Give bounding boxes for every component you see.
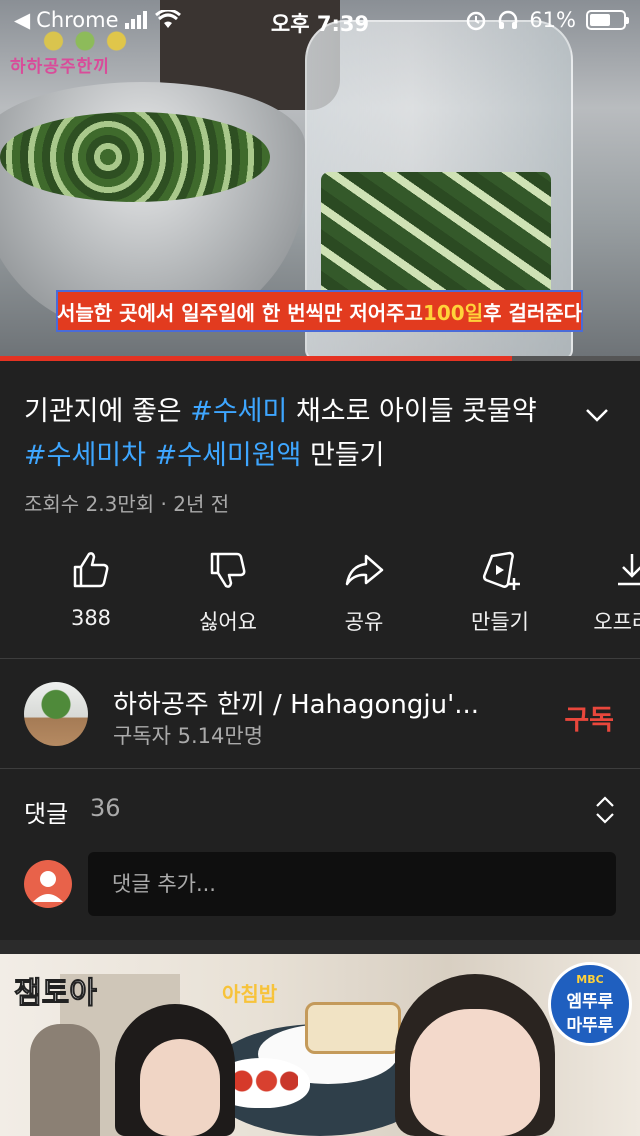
download-button[interactable]: 오프라인: [562, 548, 640, 636]
video-meta: 조회수 2.3만회 · 2년 전: [24, 492, 230, 516]
thumbnail-face: [140, 1039, 220, 1136]
remix-icon: [482, 551, 520, 590]
thumbnail-tomatoes: [228, 1069, 298, 1093]
person-icon: [33, 871, 63, 902]
dislike-button[interactable]: 싫어요: [158, 548, 298, 636]
alarm-icon: [467, 11, 486, 31]
status-bar: ◀ Chrome 오후 7:39 61%: [0, 0, 640, 40]
section-separator: [0, 940, 640, 954]
thumbnail-label: 아침밥: [222, 982, 278, 1006]
chevron-down-icon[interactable]: [582, 400, 612, 430]
video-caption: 서늘한 곳에서 일주일에 한 번씩만 저어주고 100일 후 걸러준다: [56, 290, 583, 332]
hashtag-link[interactable]: #수세미차: [24, 440, 146, 471]
comments-section[interactable]: 댓글 36 댓글 추가...: [0, 770, 640, 940]
comment-input[interactable]: 댓글 추가...: [88, 852, 616, 916]
thumbnail-person: [30, 1024, 100, 1136]
program-logo: MBC 엠뚜루 마뚜루: [548, 962, 632, 1046]
hashtag-link[interactable]: #수세미원액: [155, 440, 302, 471]
hashtag-link[interactable]: #수세미: [190, 396, 287, 427]
user-avatar: [24, 860, 72, 908]
channel-row[interactable]: 하하공주 한끼 / Hahagongju'... 구독자 5.14만명 구독: [0, 660, 640, 768]
video-title[interactable]: 기관지에 좋은 #수세미 채소로 아이들 콧물약 #수세미차 #수세미원액 만들…: [24, 390, 564, 478]
headphones-icon: [499, 10, 518, 29]
battery-icon: [586, 10, 629, 30]
next-video-thumbnail[interactable]: 잼토아 아침밥 MBC 엠뚜루 마뚜루: [0, 954, 640, 1136]
divider: [0, 768, 640, 769]
action-row: 388 싫어요 공유 만들기 오프라인: [0, 548, 640, 638]
like-button[interactable]: 388: [21, 548, 161, 630]
thumbnail-face: [410, 1009, 540, 1136]
remix-button[interactable]: 만들기: [430, 548, 570, 636]
dislike-icon: [210, 552, 246, 588]
download-icon: [618, 554, 640, 586]
thumbnail-bread: [305, 1002, 401, 1054]
video-progress-bar[interactable]: [0, 356, 640, 361]
share-icon: [345, 554, 384, 586]
subscribe-button[interactable]: 구독: [564, 698, 614, 737]
battery-percent: 61%: [529, 8, 576, 32]
thumbnail-label: 잼토아: [14, 976, 98, 1012]
channel-name[interactable]: 하하공주 한끼 / Hahagongju'...: [113, 684, 533, 721]
like-icon: [73, 552, 109, 588]
channel-avatar[interactable]: [24, 682, 88, 746]
share-button[interactable]: 공유: [294, 548, 434, 636]
subscriber-count: 구독자 5.14만명: [113, 724, 264, 748]
comments-label: 댓글: [24, 800, 69, 828]
video-player[interactable]: 하하공주한끼 서늘한 곳에서 일주일에 한 번씩만 저어주고 100일 후 걸러…: [0, 0, 640, 360]
divider: [0, 658, 640, 659]
progress-played: [0, 356, 512, 361]
expand-collapse-icon[interactable]: [594, 794, 616, 826]
comments-count: 36: [90, 794, 121, 822]
